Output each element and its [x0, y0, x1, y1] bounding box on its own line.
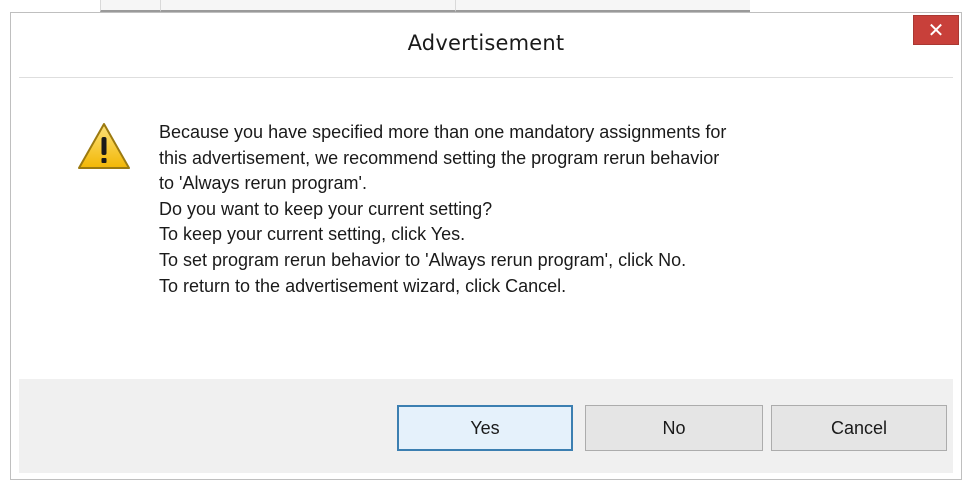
dialog-content: Because you have specified more than one… [19, 77, 953, 378]
background-window-strip [0, 0, 962, 12]
cancel-button[interactable]: Cancel [771, 405, 947, 451]
warning-icon [78, 123, 130, 169]
no-button[interactable]: No [585, 405, 763, 451]
close-button[interactable]: ✕ [913, 15, 959, 45]
message-line: Do you want to keep your current setting… [159, 198, 493, 219]
button-bar: Yes No Cancel [19, 379, 953, 473]
message-line: To return to the advertisement wizard, c… [159, 275, 567, 296]
message-line: Because you have specified more than one… [159, 122, 727, 142]
message-line: this advertisement, we recommend setting… [159, 147, 720, 168]
message-line: To keep your current setting, click Yes. [159, 224, 466, 245]
background-segment [455, 0, 750, 12]
message-line: To set program rerun behavior to 'Always… [159, 249, 687, 270]
message-text: Because you have specified more than one… [159, 120, 939, 299]
message-dialog: Advertisement ✕ Because you have specifi… [10, 12, 962, 480]
title-bar: Advertisement ✕ [11, 13, 961, 77]
background-segment [100, 0, 160, 12]
background-segment [160, 0, 455, 12]
close-icon: ✕ [927, 18, 945, 42]
message-line: to 'Always rerun program'. [159, 173, 367, 194]
yes-button[interactable]: Yes [397, 405, 573, 451]
dialog-title: Advertisement [407, 31, 565, 55]
